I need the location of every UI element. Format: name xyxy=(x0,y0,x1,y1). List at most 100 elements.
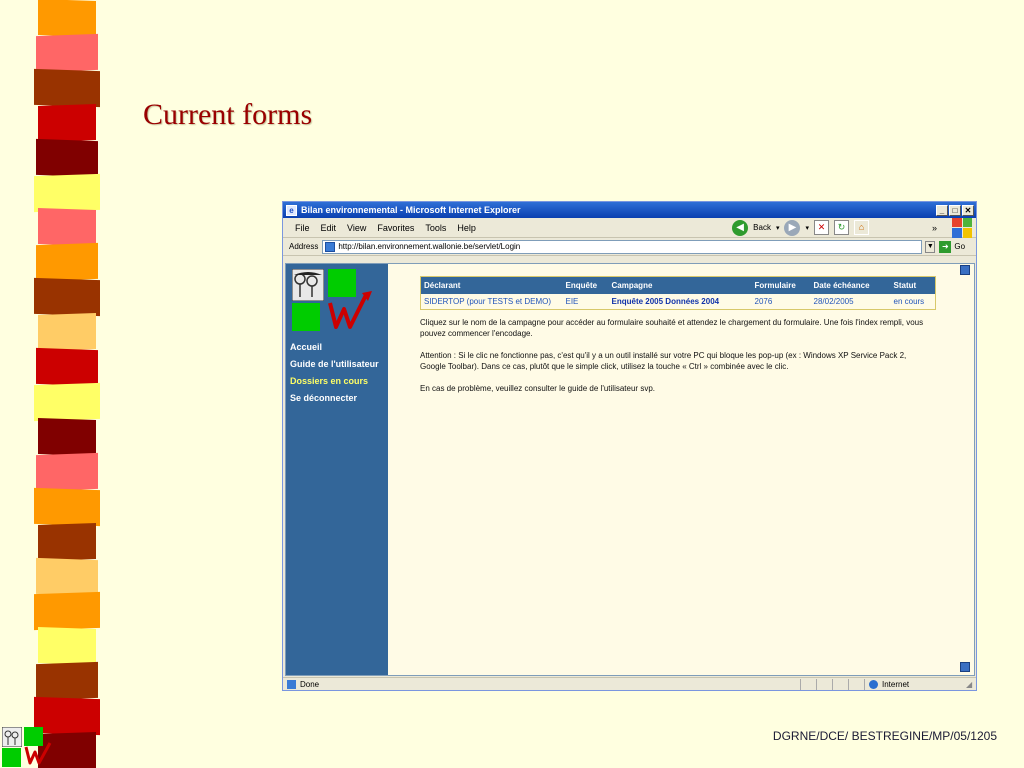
column-formulaire: Formulaire xyxy=(751,276,811,294)
done-page-icon xyxy=(287,679,296,689)
help-text: Cliquez sur le nom de la campagne pour a… xyxy=(420,317,930,405)
decorative-stripe xyxy=(34,68,100,107)
site-sidebar: Accueil Guide de l'utilisateur Dossiers … xyxy=(286,264,388,675)
forms-table: Déclarant Enquête Campagne Formulaire Da… xyxy=(420,276,936,310)
decorative-stripe xyxy=(36,33,98,72)
security-zone: Internet xyxy=(864,678,964,690)
cell-date-echeance: 28/02/2005 xyxy=(810,293,891,310)
sidebar-item-deconnecter[interactable]: Se déconnecter xyxy=(290,393,379,403)
slide-title: Current forms xyxy=(143,98,313,131)
status-text: Done xyxy=(300,679,320,689)
decorative-stripe xyxy=(38,208,96,247)
decorative-stripe xyxy=(34,487,100,526)
toolbar: ◀ Back ▾ ▶ ▾ ✕ ↻ ⌂ » xyxy=(732,217,972,238)
decorative-stripe xyxy=(36,138,98,177)
site-logo xyxy=(292,269,376,337)
scroll-down-icon[interactable] xyxy=(960,662,970,672)
column-campagne: Campagne xyxy=(608,276,752,294)
chevron-down-icon[interactable]: ▾ xyxy=(805,224,809,232)
decorative-stripe xyxy=(38,627,96,666)
status-pane xyxy=(848,678,864,690)
go-label: Go xyxy=(954,242,966,251)
decorative-stripe xyxy=(38,522,96,561)
globe-icon xyxy=(869,679,878,689)
w-logo-icon xyxy=(24,742,52,765)
cell-formulaire: 2076 xyxy=(751,293,811,310)
cell-declarant: SIDERTOP (pour TESTS et DEMO) xyxy=(420,293,563,310)
decorative-stripe xyxy=(38,103,96,142)
column-declarant: Déclarant xyxy=(420,276,563,294)
menu-favorites[interactable]: Favorites xyxy=(377,223,414,233)
stop-icon[interactable]: ✕ xyxy=(813,220,829,235)
forward-arrow-icon[interactable]: ▶ xyxy=(784,219,801,236)
home-icon[interactable]: ⌂ xyxy=(853,220,869,235)
decorative-stripe xyxy=(36,662,98,701)
zone-label: Internet xyxy=(882,679,910,689)
address-label: Address xyxy=(289,242,319,251)
toolbar-overflow-icon[interactable]: » xyxy=(932,223,937,233)
browser-titlebar: e Bilan environnemental - Microsoft Inte… xyxy=(283,202,976,218)
close-button[interactable]: ✕ xyxy=(962,204,974,216)
back-button[interactable]: Back xyxy=(753,223,771,232)
chevron-down-icon[interactable]: ▾ xyxy=(776,224,780,232)
menu-bar: File Edit View Favorites Tools Help ◀ Ba… xyxy=(283,217,976,238)
decorative-stripe xyxy=(36,557,98,596)
status-pane xyxy=(816,678,832,690)
sidebar-nav: Accueil Guide de l'utilisateur Dossiers … xyxy=(290,342,379,410)
decorative-stripe xyxy=(34,382,100,422)
menu-file[interactable]: File xyxy=(295,223,310,233)
maximize-button[interactable]: □ xyxy=(949,204,961,216)
minimize-button[interactable]: _ xyxy=(936,204,948,216)
go-button[interactable]: ➜ Go xyxy=(939,240,966,253)
page-icon xyxy=(325,241,336,252)
decorative-stripe xyxy=(38,0,96,37)
address-bar: Address http://bilan.environnement.wallo… xyxy=(283,238,976,256)
windows-logo-icon xyxy=(952,217,972,238)
go-arrow-icon: ➜ xyxy=(939,240,952,253)
address-input[interactable]: http://bilan.environnement.wallonie.be/s… xyxy=(322,239,923,254)
ie-page-icon: e xyxy=(286,204,297,216)
back-arrow-icon[interactable]: ◀ xyxy=(732,219,749,236)
cell-enquete: EIE xyxy=(562,293,609,310)
campaign-link[interactable]: Enquête 2005 Données 2004 xyxy=(608,293,752,310)
sidebar-item-accueil[interactable]: Accueil xyxy=(290,342,379,352)
decorative-stripe-band xyxy=(34,0,100,768)
decorative-stripe xyxy=(34,592,100,631)
column-date-echeance: Date échéance xyxy=(810,276,891,294)
decorative-stripe xyxy=(34,278,100,317)
trees-logo-icon xyxy=(2,727,22,747)
status-pane xyxy=(800,678,816,690)
footer-logo xyxy=(2,727,54,767)
decorative-stripe xyxy=(38,313,96,352)
cell-statut: en cours xyxy=(890,293,936,310)
trees-logo-icon xyxy=(292,269,324,301)
help-paragraph-2: Attention : Si le clic ne fonctionne pas… xyxy=(420,351,907,371)
menu-help[interactable]: Help xyxy=(457,223,476,233)
refresh-icon[interactable]: ↻ xyxy=(833,220,849,235)
help-paragraph-1: Cliquez sur le nom de la campagne pour a… xyxy=(420,318,924,338)
slide-footer: DGRNE/DCE/ BESTREGINE/MP/05/1205 xyxy=(772,729,997,743)
decorative-stripe xyxy=(36,243,98,282)
logo-green-square xyxy=(2,748,21,767)
sidebar-item-dossiers[interactable]: Dossiers en cours xyxy=(290,376,379,386)
web-content: Accueil Guide de l'utilisateur Dossiers … xyxy=(285,263,975,676)
decorative-stripe xyxy=(36,347,98,387)
menu-edit[interactable]: Edit xyxy=(321,223,337,233)
table-row: SIDERTOP (pour TESTS et DEMO) EIE Enquêt… xyxy=(420,293,936,310)
menu-tools[interactable]: Tools xyxy=(425,223,446,233)
column-statut: Statut xyxy=(890,276,936,294)
sidebar-item-guide[interactable]: Guide de l'utilisateur xyxy=(290,359,379,369)
decorative-stripe xyxy=(38,417,96,456)
decorative-stripe xyxy=(34,173,100,212)
menu-view[interactable]: View xyxy=(347,223,366,233)
address-dropdown-icon[interactable]: ▼ xyxy=(925,240,936,253)
resize-grip-icon[interactable]: ◢ xyxy=(964,680,976,689)
help-paragraph-3: En cas de problème, veuillez consulter l… xyxy=(420,384,655,393)
table-header-row: Déclarant Enquête Campagne Formulaire Da… xyxy=(420,276,936,294)
logo-green-square xyxy=(292,303,320,331)
w-logo-icon xyxy=(328,291,372,329)
browser-title: Bilan environnemental - Microsoft Intern… xyxy=(301,205,521,215)
browser-window: e Bilan environnemental - Microsoft Inte… xyxy=(282,201,977,691)
status-pane xyxy=(832,678,848,690)
collapse-icon[interactable] xyxy=(960,265,970,275)
